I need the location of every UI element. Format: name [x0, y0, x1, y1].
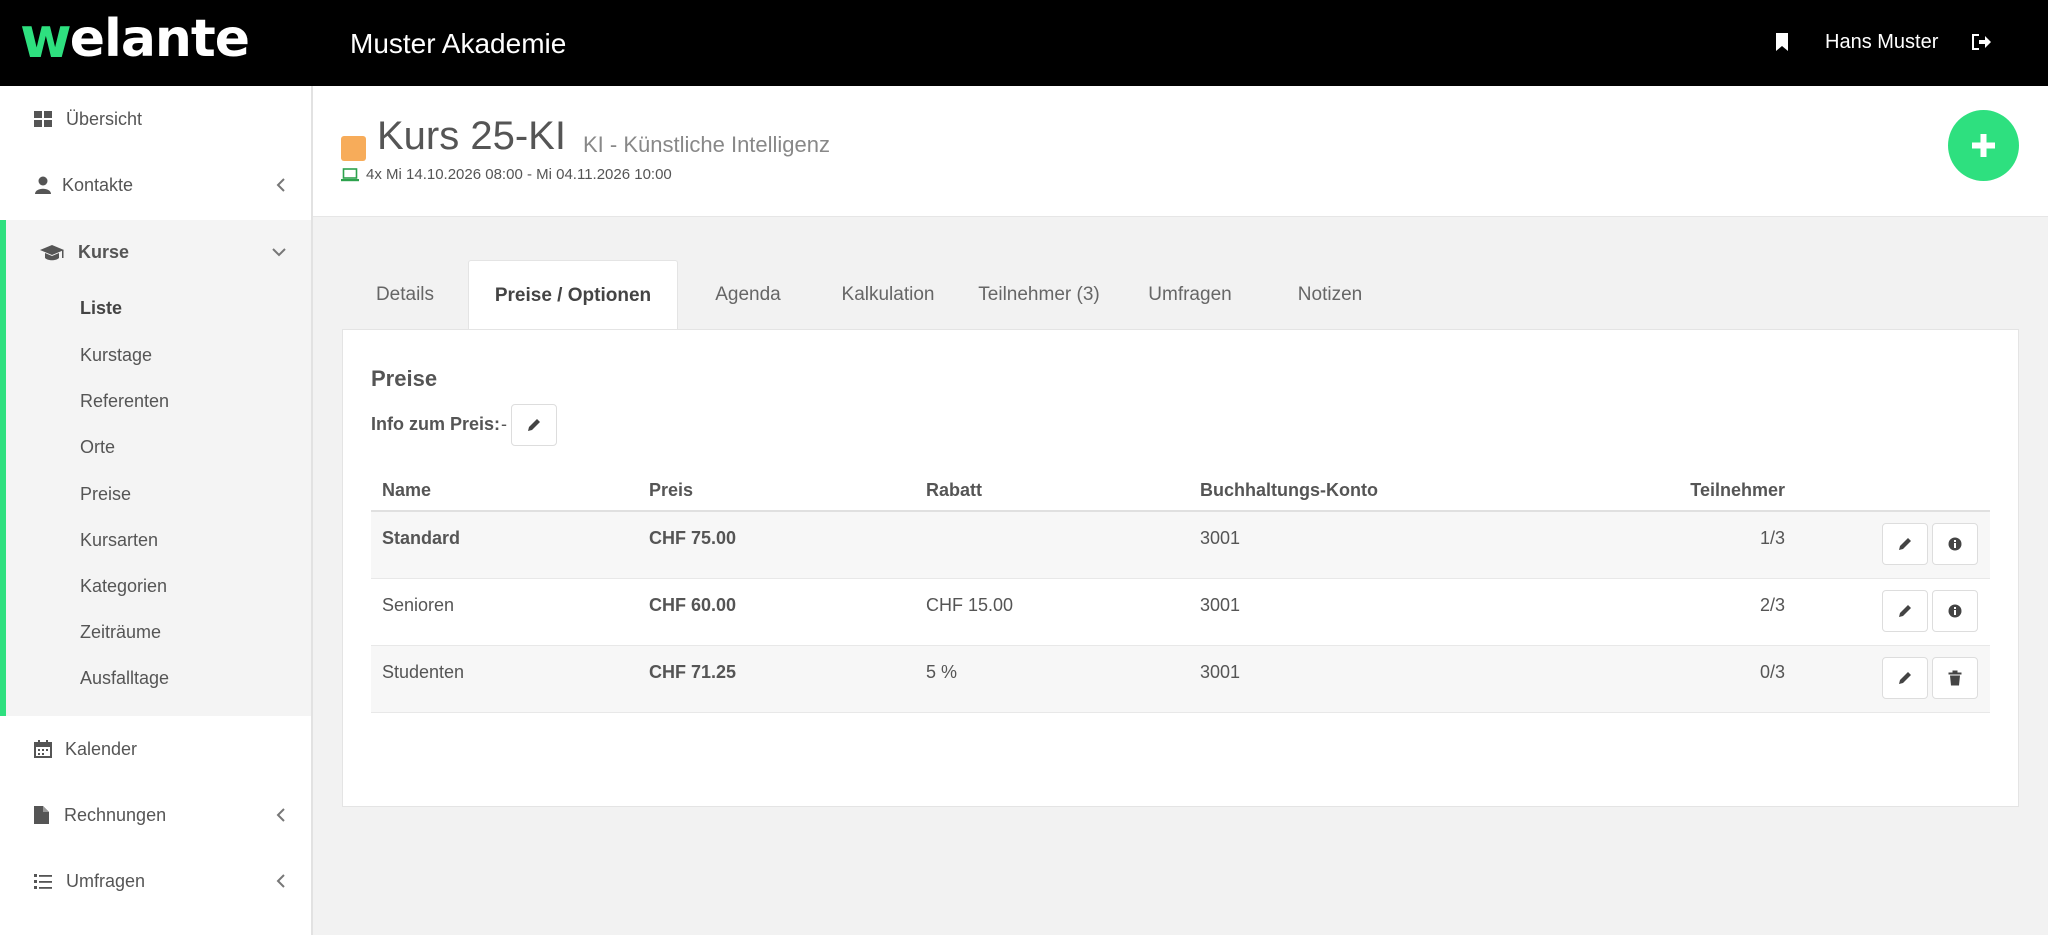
bookmark-icon[interactable] [1775, 33, 1789, 51]
organization-title: Muster Akademie [350, 28, 567, 59]
cell-rabatt: CHF 15.00 [926, 595, 1014, 615]
course-subtitle: KI - Künstliche Intelligenz [583, 132, 831, 157]
edit-row-button[interactable] [1882, 590, 1928, 632]
sidebar-item-label: Kontakte [62, 174, 134, 195]
list-icon [34, 874, 52, 889]
price-info-value: - [501, 414, 507, 434]
sidebar-subitem-ausfalltage[interactable]: Ausfalltage [80, 668, 169, 689]
course-dates: 4x Mi 14.10.2026 08:00 - Mi 04.11.2026 1… [366, 166, 672, 183]
section-title: Preise [371, 366, 438, 391]
sidebar-item-label: Umfragen [66, 870, 146, 891]
welante-logo[interactable]: w elante [20, 6, 250, 71]
tab-details[interactable]: Details [342, 260, 468, 330]
pencil-icon [1899, 538, 1911, 550]
pencil-icon [1899, 672, 1911, 684]
trash-icon [1948, 670, 1962, 686]
cell-rabatt: 5 % [926, 662, 958, 682]
pencil-icon [1899, 605, 1911, 617]
column-header-name: Name [382, 480, 432, 500]
cell-preis: CHF 60.00 [649, 595, 737, 615]
cell-konto: 3001 [1200, 595, 1241, 615]
plus-icon [1972, 134, 1995, 157]
cell-name: Studenten [382, 662, 465, 682]
sidebar-item-label: Übersicht [66, 108, 143, 129]
add-button[interactable] [1948, 110, 2019, 181]
course-color-indicator [341, 136, 366, 161]
logo-w: w [20, 6, 72, 71]
edit-row-button[interactable] [1882, 657, 1928, 699]
sidebar-subitem-kurstage[interactable]: Kurstage [80, 345, 152, 366]
sign-out-icon[interactable] [1970, 32, 1992, 52]
sidebar-item-label: Rechnungen [64, 804, 167, 825]
info-icon [1948, 604, 1962, 618]
dashboard-icon [34, 111, 52, 127]
cell-konto: 3001 [1200, 662, 1241, 682]
course-header: Kurs 25-KI KI - Künstliche Intelligenz 4… [313, 86, 2048, 217]
chevron-down-icon [272, 248, 286, 257]
file-icon [34, 806, 49, 824]
edit-row-button[interactable] [1882, 523, 1928, 565]
sidebar-section-kurse: Kurse Liste Kurstage Referenten Orte Pre… [0, 220, 311, 716]
sidebar-item-kontakte[interactable]: Kontakte [0, 152, 311, 218]
tab-kalkulation[interactable]: Kalkulation [818, 260, 958, 330]
top-bar: w elante Muster Akademie Hans Muster [0, 0, 2048, 86]
prices-card: Preise Info zum Preis: - Name Preis Raba… [342, 329, 2019, 807]
sidebar-subitem-kursarten[interactable]: Kursarten [80, 530, 158, 551]
graduation-cap-icon [40, 245, 64, 261]
tab-agenda[interactable]: Agenda [678, 260, 818, 330]
laptop-icon [341, 168, 359, 182]
tab-teilnehmer[interactable]: Teilnehmer (3) [958, 260, 1120, 330]
chevron-left-icon [276, 178, 285, 192]
column-header-teilnehmer: Teilnehmer [1690, 480, 1785, 500]
tab-preise-optionen[interactable]: Preise / Optionen [468, 260, 678, 331]
cell-teilnehmer: 1/3 [1759, 528, 1785, 548]
table-row: Standard CHF 75.00 3001 1/3 [371, 512, 1990, 579]
cell-name: Senioren [382, 595, 455, 615]
chevron-left-icon [276, 808, 285, 822]
user-icon [35, 176, 51, 194]
cell-name: Standard [382, 528, 461, 548]
sidebar-item-rechnungen[interactable]: Rechnungen [0, 782, 311, 848]
info-row-button[interactable] [1932, 523, 1978, 565]
pencil-icon [528, 419, 540, 431]
column-header-konto: Buchhaltungs-Konto [1200, 480, 1378, 500]
sidebar-subitem-liste[interactable]: Liste [80, 298, 122, 319]
sidebar-item-uebersicht[interactable]: Übersicht [0, 86, 311, 152]
tab-notizen[interactable]: Notizen [1260, 260, 1400, 330]
cell-teilnehmer: 0/3 [1759, 662, 1785, 682]
sidebar-subitem-kategorien[interactable]: Kategorien [80, 576, 167, 597]
sidebar-subitem-orte[interactable]: Orte [80, 437, 115, 458]
table-row: Studenten CHF 71.25 5 % 3001 0/3 [371, 646, 1990, 713]
sidebar-item-label: Kalender [65, 738, 138, 759]
page-title: Kurs 25-KI [377, 114, 566, 158]
edit-price-info-button[interactable] [511, 404, 557, 446]
column-header-rabatt: Rabatt [926, 480, 983, 500]
sidebar-item-kurse[interactable]: Kurse [6, 220, 311, 286]
sidebar: Übersicht Kontakte Kurse Liste Kurstage … [0, 86, 313, 935]
cell-teilnehmer: 2/3 [1759, 595, 1785, 615]
cell-preis: CHF 71.25 [649, 662, 737, 682]
cell-preis: CHF 75.00 [649, 528, 737, 548]
info-icon [1948, 537, 1962, 551]
info-row-button[interactable] [1932, 590, 1978, 632]
user-menu[interactable]: Hans Muster [1825, 31, 1938, 54]
sidebar-subitem-zeitraeume[interactable]: Zeiträume [80, 622, 161, 643]
logo-text: elante [69, 9, 250, 69]
sidebar-subitem-preise[interactable]: Preise [80, 484, 131, 505]
sidebar-subitem-referenten[interactable]: Referenten [80, 391, 169, 412]
calendar-icon [34, 740, 52, 758]
table-row: Senioren CHF 60.00 CHF 15.00 3001 2/3 [371, 579, 1990, 646]
price-info-label: Info zum Preis: [371, 414, 501, 434]
cell-konto: 3001 [1200, 528, 1241, 548]
delete-row-button[interactable] [1932, 657, 1978, 699]
sidebar-item-label: Kurse [78, 242, 130, 262]
sidebar-item-umfragen[interactable]: Umfragen [0, 848, 311, 914]
table-header: Name Preis Rabatt Buchhaltungs-Konto Tei… [371, 462, 1990, 512]
column-header-preis: Preis [649, 480, 694, 500]
chevron-left-icon [276, 874, 285, 888]
tab-umfragen[interactable]: Umfragen [1120, 260, 1260, 330]
sidebar-item-kalender[interactable]: Kalender [0, 716, 311, 782]
